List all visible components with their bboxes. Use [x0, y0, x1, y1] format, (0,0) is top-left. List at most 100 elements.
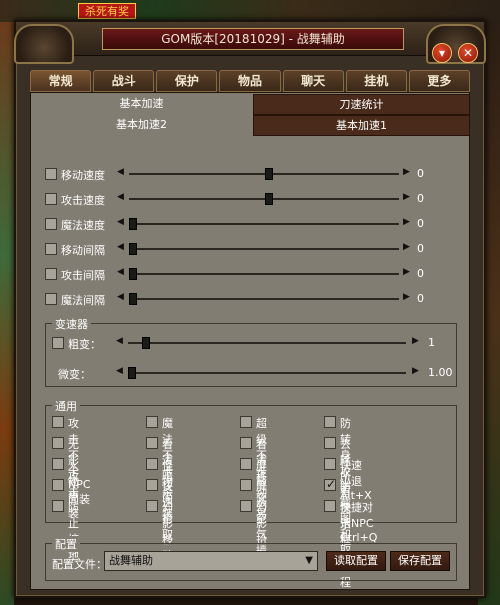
speed-row-attack-interval: 攻击间隔 ◀ ▶ 0: [45, 265, 465, 283]
option-checkbox[interactable]: [240, 437, 252, 449]
slider-thumb[interactable]: [129, 268, 137, 280]
option-checkbox[interactable]: [52, 458, 64, 470]
slider-thumb[interactable]: [142, 337, 150, 349]
slider-thumb[interactable]: [129, 243, 137, 255]
magic-speed-value: 0: [417, 217, 424, 230]
move-speed-slider[interactable]: [129, 168, 399, 180]
magic-interval-checkbox[interactable]: [45, 293, 57, 305]
option-checkbox[interactable]: [52, 437, 64, 449]
magic-speed-checkbox[interactable]: [45, 218, 57, 230]
increase-arrow-icon[interactable]: ▶: [412, 366, 420, 376]
slider-thumb[interactable]: [129, 293, 137, 305]
option-checkbox[interactable]: [324, 458, 336, 470]
magic-interval-value: 0: [417, 292, 424, 305]
coarse-checkbox[interactable]: [52, 337, 64, 349]
option-checkbox[interactable]: [324, 500, 336, 512]
option-checkbox[interactable]: [324, 477, 336, 491]
option-checkbox[interactable]: [240, 500, 252, 512]
increase-arrow-icon[interactable]: ▶: [403, 242, 411, 252]
option-checkbox[interactable]: [146, 416, 158, 428]
attack-interval-label: 攻击间隔: [61, 269, 105, 282]
move-speed-value: 0: [417, 167, 424, 180]
attack-speed-slider[interactable]: [129, 193, 399, 205]
slider-thumb[interactable]: [129, 218, 137, 230]
tab-protect[interactable]: 保护: [156, 70, 218, 92]
option-checkbox[interactable]: [146, 437, 158, 449]
read-config-button[interactable]: 读取配置: [326, 551, 386, 571]
decrease-arrow-icon[interactable]: ◀: [117, 292, 125, 302]
option-checkbox[interactable]: [324, 437, 336, 449]
coarse-label: 粗变：: [68, 338, 101, 351]
subtab-basic-speed-1[interactable]: 基本加速1: [253, 115, 470, 136]
tab-battle[interactable]: 战斗: [93, 70, 155, 92]
speed-row-attack: 攻击速度 ◀ ▶ 0: [45, 190, 465, 208]
subtab-basic-speed[interactable]: 基本加速: [31, 94, 252, 115]
increase-arrow-icon[interactable]: ▶: [403, 217, 411, 227]
decrease-arrow-icon[interactable]: ◀: [117, 242, 125, 252]
attack-interval-slider[interactable]: [129, 268, 399, 280]
move-interval-checkbox[interactable]: [45, 243, 57, 255]
attack-interval-checkbox[interactable]: [45, 268, 57, 280]
option-checkbox[interactable]: [52, 479, 64, 491]
increase-arrow-icon[interactable]: ▶: [403, 167, 411, 177]
magic-speed-label: 魔法速度: [61, 219, 105, 232]
fine-slider[interactable]: [128, 367, 406, 379]
config-file-select[interactable]: 战舞辅助 ▼: [104, 551, 318, 571]
speed-row-move: 移动速度 ◀ ▶ 0: [45, 165, 465, 183]
config-group: 配置 配置文件： 战舞辅助 ▼ 读取配置 保存配置: [45, 536, 457, 581]
subtab-basic-speed-2[interactable]: 基本加速2: [31, 115, 252, 136]
option-checkbox[interactable]: [324, 416, 336, 428]
option-checkbox[interactable]: [240, 479, 252, 491]
decrease-arrow-icon[interactable]: ◀: [117, 217, 125, 227]
tab-auto[interactable]: 挂机: [345, 70, 407, 92]
tab-items[interactable]: 物品: [219, 70, 281, 92]
decrease-arrow-icon[interactable]: ◀: [117, 167, 125, 177]
attack-speed-label: 攻击速度: [61, 194, 105, 207]
dropdown-arrow-icon[interactable]: ▼: [305, 552, 313, 570]
increase-arrow-icon[interactable]: ▶: [403, 267, 411, 277]
title-bar[interactable]: GOM版本[20181029] - 战舞辅助: [14, 22, 486, 64]
option-checkbox[interactable]: [52, 500, 64, 512]
game-background-left: [0, 22, 14, 605]
decrease-arrow-icon[interactable]: ◀: [117, 267, 125, 277]
increase-arrow-icon[interactable]: ▶: [412, 336, 420, 346]
minimize-button[interactable]: ▾: [432, 43, 452, 63]
option-checkbox[interactable]: [240, 416, 252, 428]
option-checkbox[interactable]: [146, 458, 158, 470]
decrease-arrow-icon[interactable]: ◀: [117, 192, 125, 202]
attack-interval-value: 0: [417, 267, 424, 280]
tab-chat[interactable]: 聊天: [282, 70, 344, 92]
attack-speed-checkbox[interactable]: [45, 193, 57, 205]
fine-value: 1.00: [428, 366, 453, 379]
decrease-arrow-icon[interactable]: ◀: [116, 336, 124, 346]
option-checkbox[interactable]: [52, 416, 64, 428]
close-button[interactable]: ✕: [458, 43, 478, 63]
game-background-top: [0, 0, 500, 22]
slider-thumb[interactable]: [265, 168, 273, 180]
option-checkbox[interactable]: [146, 479, 158, 491]
tab-content: 基本加速 基本加速2 刀速统计 基本加速1 移动速度 ◀ ▶ 0 攻击速度 ◀ …: [30, 92, 470, 590]
fine-row: 微变： ◀ ▶ 1.00: [52, 364, 453, 382]
option-checkbox[interactable]: [240, 458, 252, 470]
speed-row-magic: 魔法速度 ◀ ▶ 0: [45, 215, 465, 233]
save-config-button[interactable]: 保存配置: [390, 551, 450, 571]
tab-more[interactable]: 更多: [408, 70, 470, 92]
decrease-arrow-icon[interactable]: ◀: [116, 366, 124, 376]
speed-changer-title: 变速器: [52, 316, 91, 332]
close-icon: ✕: [462, 46, 474, 60]
option-checkbox[interactable]: [146, 500, 158, 512]
tab-general[interactable]: 常规: [30, 70, 92, 92]
magic-speed-slider[interactable]: [129, 218, 399, 230]
subtab-attack-speed-stats[interactable]: 刀速统计: [253, 94, 470, 115]
coarse-slider[interactable]: [128, 337, 406, 349]
game-banner-tag: 杀死有奖: [78, 3, 136, 19]
magic-interval-slider[interactable]: [129, 293, 399, 305]
move-interval-slider[interactable]: [129, 243, 399, 255]
increase-arrow-icon[interactable]: ▶: [403, 192, 411, 202]
slider-thumb[interactable]: [265, 193, 273, 205]
config-file-value: 战舞辅助: [109, 554, 153, 567]
speed-row-move-interval: 移动间隔 ◀ ▶ 0: [45, 240, 465, 258]
move-speed-checkbox[interactable]: [45, 168, 57, 180]
slider-thumb[interactable]: [128, 367, 136, 379]
increase-arrow-icon[interactable]: ▶: [403, 292, 411, 302]
